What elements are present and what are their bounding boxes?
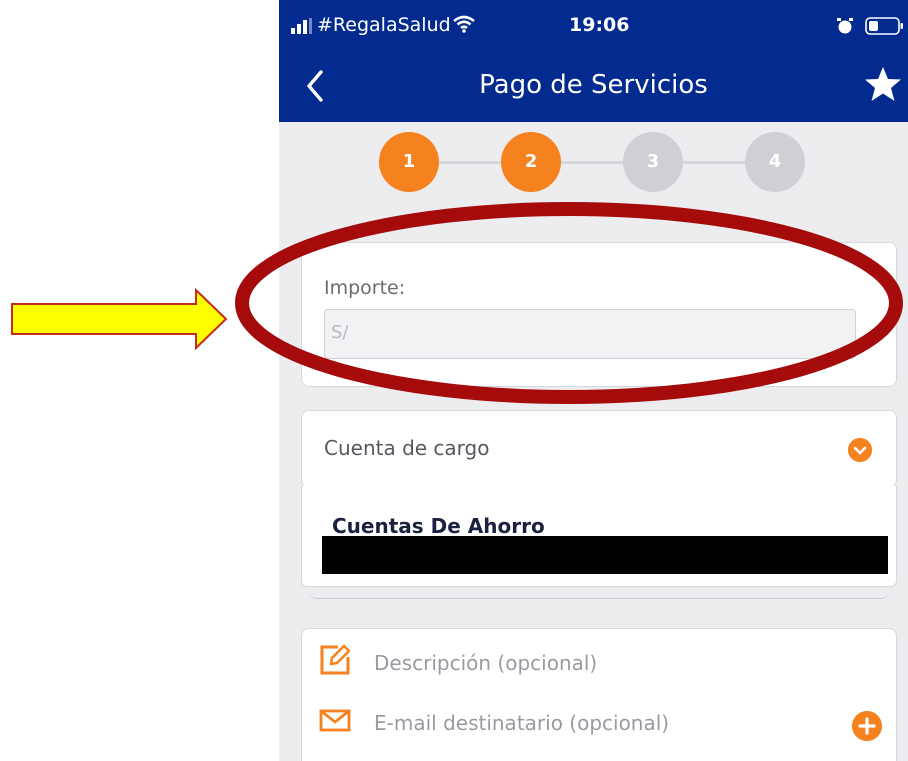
account-group-title: Cuentas De Ahorro	[332, 514, 545, 538]
mail-icon	[319, 709, 351, 732]
progress-stepper: 1 2 3 4	[379, 132, 819, 192]
wifi-icon	[453, 15, 475, 33]
status-time: 19:06	[569, 14, 630, 36]
red-ellipse-annotation	[235, 202, 903, 404]
step-connector	[561, 161, 623, 164]
carrier-name: #RegalaSalud	[317, 14, 451, 36]
alarm-icon	[837, 18, 853, 34]
status-bar: #RegalaSalud 19:06	[279, 0, 908, 52]
step-connector	[683, 161, 745, 164]
step-3: 3	[623, 132, 683, 192]
description-row[interactable]: Descripción (opcional)	[302, 633, 896, 685]
cuenta-de-cargo-select[interactable]: Cuenta de cargo	[301, 410, 897, 488]
step-1: 1	[379, 132, 439, 192]
edit-icon	[320, 644, 351, 675]
plus-icon[interactable]	[852, 711, 882, 741]
account-dropdown: Cuentas De Ahorro	[301, 486, 897, 587]
description-field[interactable]: Descripción (opcional)	[374, 651, 597, 675]
step-2: 2	[501, 132, 561, 192]
chevron-down-icon[interactable]	[848, 438, 872, 462]
battery-icon	[865, 17, 903, 35]
star-icon[interactable]	[863, 64, 903, 104]
email-field[interactable]: E-mail destinatario (opcional)	[374, 711, 669, 735]
page-title: Pago de Servicios	[479, 70, 708, 100]
cuenta-label: Cuenta de cargo	[324, 436, 490, 460]
step-4: 4	[745, 132, 805, 192]
navigation-bar: Pago de Servicios	[279, 52, 908, 122]
yellow-arrow-annotation	[11, 288, 228, 350]
redacted-account-number[interactable]	[322, 536, 888, 574]
signal-icon	[291, 18, 312, 34]
email-row[interactable]: E-mail destinatario (opcional)	[302, 693, 896, 745]
dropdown-bottom-edge	[309, 586, 889, 599]
step-connector	[439, 161, 501, 164]
optional-fields-card: Descripción (opcional) E-mail destinatar…	[301, 628, 897, 761]
